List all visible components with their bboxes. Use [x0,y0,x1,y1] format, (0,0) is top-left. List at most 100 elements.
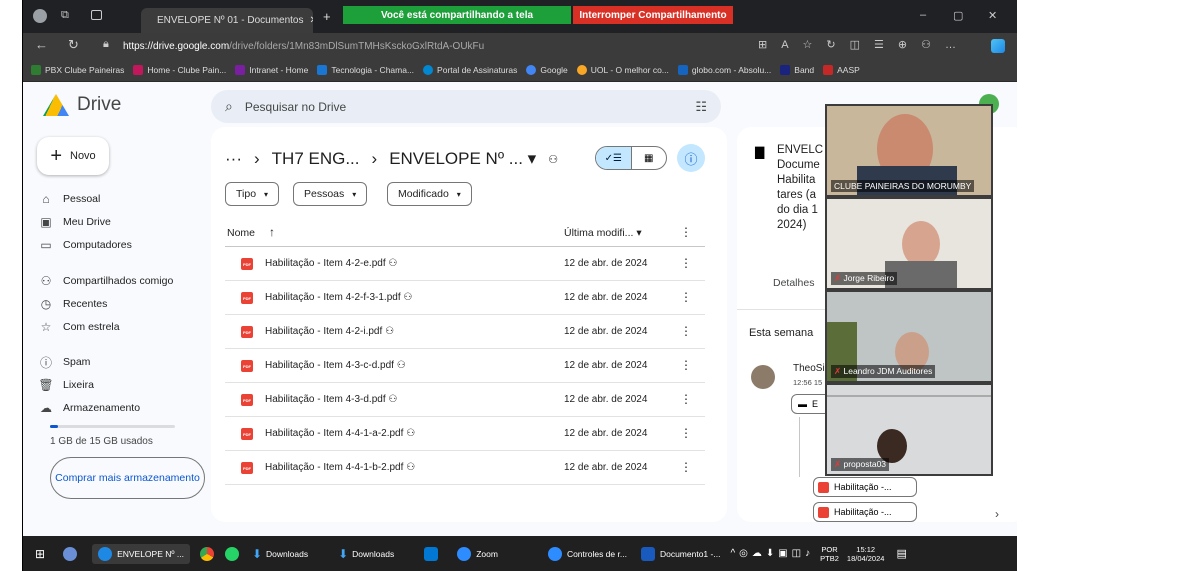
chevron-right-icon[interactable]: › [995,507,999,521]
tab-details[interactable]: Detalhes [773,277,814,289]
taskbar-outlook[interactable] [424,546,443,561]
breadcrumb-parent[interactable]: TH7 ENG... [272,149,360,169]
taskbar-label: Documento1 -... [659,548,721,559]
bookmark-3[interactable]: Tecnologia - Chama... [317,65,414,75]
tab-close-icon[interactable]: ✕ [310,15,314,26]
browser-toolbar-icons[interactable]: ⊞A☆↻◫☰⊕⚇… [758,38,970,51]
row-menu-icon[interactable]: ⋮ [680,256,692,270]
url-field[interactable]: https://drive.google.com/drive/folders/1… [123,36,723,56]
table-row[interactable]: PDF Habilitação - Item 4-3-c-d.pdf ⚇ 12 de… [225,349,705,383]
bookmark-2[interactable]: Intranet - Home [235,65,308,75]
zoom-tile-proposta[interactable]: ✗ proposta03 [825,383,993,476]
column-modified-label: Última modifi... [564,227,634,239]
taskbar-downloads-1[interactable]: ⬇ Downloads [252,547,308,561]
row-menu-icon[interactable]: ⋮ [680,392,692,406]
nav-com-estrela[interactable]: ☆ Com estrela [37,317,120,337]
minimize-button[interactable]: – [920,9,926,21]
profile-icon[interactable] [33,9,47,23]
table-row[interactable]: PDF Habilitação - Item 4-3-d.pdf ⚇ 12 de a… [225,383,705,417]
list-view-icon[interactable]: ✓☰ [596,147,631,169]
column-modified[interactable]: Última modifi... ▾ [564,227,642,239]
nav-lixeira[interactable]: 🗑 Lixeira [37,375,94,395]
taskbar-downloads-2[interactable]: ⬇ Downloads [338,547,394,561]
nav-armazenamento[interactable]: ☁ Armazenamento [37,398,140,418]
file-date: 12 de abr. de 2024 [564,394,648,405]
reload-icon[interactable]: ↻ [68,37,79,53]
workspaces-icon[interactable]: ⧉ [61,9,69,22]
table-row[interactable]: PDF Habilitação - Item 4-2-f-3-1.pdf ⚇ 12 … [225,281,705,315]
row-menu-icon[interactable]: ⋮ [680,358,692,372]
details-title-line: ENVELC [777,144,824,156]
zoom-tile-leandro[interactable]: ✗ Leandro JDM Auditores [825,290,993,383]
maximize-button[interactable]: ▢ [953,9,963,22]
back-icon[interactable]: ← [35,37,48,52]
copilot-icon[interactable] [991,39,1005,53]
file-chip[interactable]: Habilitação -... [813,477,917,497]
row-menu-icon[interactable]: ⋮ [680,324,692,338]
bookmark-icon [576,65,587,75]
search-taskbar-icon[interactable] [63,546,82,561]
nav-computadores[interactable]: ▭ Computadores [37,235,132,255]
zoom-tile-clube[interactable]: CLUBE PAINEIRAS DO MORUMBY [825,104,993,197]
search-input[interactable]: ⌕ Pesquisar no Drive ☷ [211,90,721,123]
filter-options-icon[interactable]: ☷ [695,99,707,115]
bookmark-icon [31,65,41,75]
taskbar-chrome[interactable] [199,546,219,561]
taskbar-zoom[interactable]: Zoom [457,546,498,561]
language-indicator[interactable]: POR PTB2 [820,545,839,563]
clock[interactable]: 15:12 18/04/2024 [847,545,885,563]
new-tab-button[interactable]: + [323,9,331,24]
info-icon[interactable]: ⓘ [677,144,705,172]
nav-pessoal[interactable]: ⌂ Pessoal [37,189,100,209]
table-row[interactable]: PDF Habilitação - Item 4-2-i.pdf ⚇ 12 de a… [225,315,705,349]
buy-storage-button[interactable]: Comprar mais armazenamento [50,457,205,499]
system-tray-icons[interactable]: ^◎☁⬇▣◫♪ [730,548,814,559]
table-row[interactable]: PDF Habilitação - Item 4-2-e.pdf ⚇ 12 de a… [225,247,705,281]
filter-modificado[interactable]: Modificado ▾ [387,182,472,206]
breadcrumb-current[interactable]: ENVELOPE Nº ... ▾ [389,149,536,169]
drive-logo[interactable]: Drive [43,94,121,116]
table-row[interactable]: PDF Habilitação - Item 4-4-1-a-2.pdf ⚇ 12 … [225,417,705,451]
row-menu-icon[interactable]: ⋮ [680,290,692,304]
file-chip[interactable]: Habilitação -... [813,502,917,522]
sort-up-icon[interactable]: ↑ [269,225,275,239]
stop-sharing-button[interactable]: Interromper Compartilhamento [573,6,733,24]
breadcrumb-more[interactable]: ··· [225,149,242,169]
bookmark-4[interactable]: Portal de Assinaturas [423,65,517,75]
grid-view-icon[interactable]: ▦ [630,147,667,169]
new-button[interactable]: + Novo [37,137,109,175]
clock-date: 18/04/2024 [846,553,885,563]
bookmark-1[interactable]: Home - Clube Pain... [133,65,226,75]
tab-drive[interactable]: ENVELOPE Nº 01 - Documentos ✕ [141,8,313,33]
pdf-icon: PDF [241,292,253,304]
nav-spam[interactable]: ⓘ Spam [37,352,90,372]
start-icon[interactable]: ⊞ [35,547,45,561]
taskbar-zoom-controls[interactable]: Controles de r... [547,546,627,561]
bookmark-5[interactable]: Google [526,65,568,75]
view-toggle[interactable]: ✓☰ ▦ [595,146,667,170]
notification-icon[interactable]: ▤ [896,547,906,560]
taskbar-whatsapp[interactable] [224,546,244,561]
nav-recentes[interactable]: ◷ Recentes [37,294,108,314]
filter-pessoas[interactable]: Pessoas ▾ [293,182,368,206]
close-button[interactable]: ✕ [988,9,997,22]
bookmark-0[interactable]: PBX Clube Paineiras [31,65,124,75]
nav-meu-drive[interactable]: ▣ Meu Drive [37,212,111,232]
row-menu-icon[interactable]: ⋮ [680,460,692,474]
table-row[interactable]: PDF Habilitação - Item 4-4-1-b-2.pdf ⚇ 12 … [225,451,705,485]
bookmark-6[interactable]: UOL - O melhor co... [576,65,669,75]
bookmark-7[interactable]: globo.com - Absolu... [677,65,771,75]
bookmark-9[interactable]: AASP [823,65,860,75]
bookmark-8[interactable]: Band [780,65,814,75]
column-name[interactable]: Nome [227,227,255,239]
filter-tipo[interactable]: Tipo ▾ [225,182,280,206]
nav-compartilhados[interactable]: ⚇ Compartilhados comigo [37,271,174,291]
taskbar-edge[interactable]: ENVELOPE Nº ... [92,543,190,564]
taskbar-word[interactable]: Documento1 -... [640,546,721,561]
lock-icon[interactable]: 🔒︎ [103,38,109,51]
row-menu-icon[interactable]: ⋮ [680,426,692,440]
more-icon[interactable]: ⋮ [680,225,692,239]
tab-actions-icon[interactable] [91,10,102,20]
zoom-tile-jorge[interactable]: ✗ Jorge Ribeiro [825,197,993,290]
nav-label: Computadores [63,239,132,251]
